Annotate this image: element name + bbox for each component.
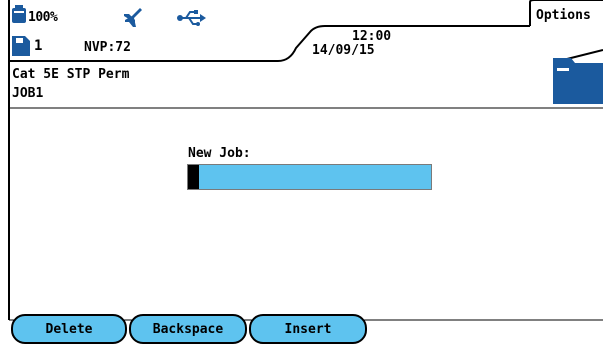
test-type: Cat 5E STP Perm <box>12 67 130 82</box>
battery-icon <box>12 5 26 23</box>
usb-icon <box>177 10 206 26</box>
current-job: JOB1 <box>12 86 44 101</box>
backspace-label: Backspace <box>152 321 224 337</box>
options-menu[interactable]: Options <box>536 8 591 23</box>
insert-button[interactable]: Insert <box>249 314 367 344</box>
time-value: 12:00 <box>352 29 392 44</box>
backspace-button[interactable]: Backspace <box>129 314 247 344</box>
date-value: 14/09/15 <box>312 43 375 58</box>
memory-card-number: 1 <box>34 38 43 54</box>
nvp-value: NVP:72 <box>84 40 131 55</box>
battery-percent: 100% <box>28 10 58 25</box>
new-job-input[interactable] <box>187 164 432 190</box>
new-job-label: New Job: <box>188 146 251 161</box>
mute-speaker-icon <box>124 8 142 27</box>
text-cursor <box>188 165 199 189</box>
clock: 12:00 14/09/15 <box>312 29 392 58</box>
folder-icon[interactable] <box>553 44 603 104</box>
delete-label: Delete <box>45 321 93 337</box>
memory-card-icon <box>12 36 30 56</box>
insert-label: Insert <box>284 321 332 337</box>
delete-button[interactable]: Delete <box>11 314 127 344</box>
